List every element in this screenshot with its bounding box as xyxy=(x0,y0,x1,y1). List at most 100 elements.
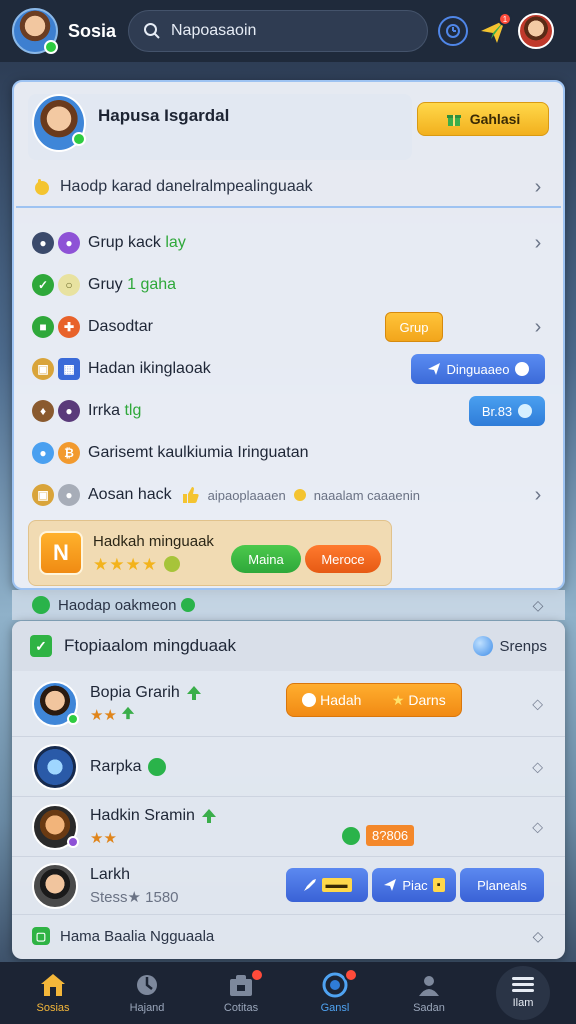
list-item-label: Irrka xyxy=(88,402,120,419)
chevron-right-icon: › xyxy=(534,231,542,254)
dinguaaeo-button[interactable]: Dinguaaeo xyxy=(411,354,545,384)
notification-badge: 1 xyxy=(498,12,512,26)
friend-avatar[interactable] xyxy=(32,862,78,909)
thumbs-up-icon xyxy=(182,487,199,503)
notifications-button[interactable]: 1 xyxy=(478,12,512,46)
arrow-up-icon xyxy=(121,706,135,719)
diamond-icon: ◇ xyxy=(532,695,543,711)
orb-icon: ● xyxy=(58,232,80,254)
friend-avatar[interactable] xyxy=(518,13,554,49)
profile-action-label: Gahlasi xyxy=(469,111,521,127)
promo-card[interactable]: N Hadkah minguaak ★★★★ Maina Meroce xyxy=(28,520,392,586)
planeals-chip[interactable]: Planeals xyxy=(460,868,544,902)
chip-badge: ▪ xyxy=(432,878,445,892)
section-strip-label: Haodap oakmeon xyxy=(58,596,177,614)
arrow-up-icon xyxy=(201,808,216,823)
list-item[interactable]: ♦ ● Irrka tlg Br.83 xyxy=(16,390,561,432)
friend-avatar[interactable] xyxy=(32,743,78,790)
bubble-icon xyxy=(473,636,494,656)
list-item[interactable]: ✓ ○ Gruy 1 gaha xyxy=(16,264,561,306)
search-input[interactable] xyxy=(171,22,391,40)
diamond-icon: ◇ xyxy=(532,596,544,613)
boost-chip[interactable]: ▬▬ xyxy=(286,868,368,902)
online-status-dot xyxy=(67,712,79,725)
hand-icon xyxy=(35,179,49,195)
home-icon xyxy=(40,972,66,998)
badge-icon xyxy=(147,757,166,776)
nav-badge xyxy=(250,968,264,982)
globe-icon xyxy=(134,972,160,998)
online-status-dot xyxy=(72,132,86,146)
group-button[interactable]: Grup xyxy=(385,312,443,342)
friend-status: Stess★ 1580 xyxy=(90,888,179,906)
badge-icon xyxy=(163,556,180,572)
table-row[interactable]: Hadkin Sramin ★★ 8?806 ◇ xyxy=(12,797,565,857)
online-status-dot xyxy=(44,40,58,54)
friend-avatar[interactable] xyxy=(32,680,79,727)
nav-badge xyxy=(344,968,358,982)
place-chip-label: Piac xyxy=(402,877,428,893)
user-avatar[interactable] xyxy=(12,8,58,54)
level-chip[interactable]: Br.83 xyxy=(469,396,545,426)
menu-list: ● ● Grup kack lay › ✓ ○ Gruy 1 gaha ■ ✚ Das… xyxy=(16,222,561,586)
rocket-icon xyxy=(303,879,316,891)
friend-avatar[interactable] xyxy=(32,803,79,850)
star-icon: ★ xyxy=(391,691,405,708)
check-icon: ✓ xyxy=(32,274,54,296)
friend-stars: ★★ xyxy=(90,829,117,847)
list-item-extra: aipaoplaaaen xyxy=(207,487,286,503)
bottom-nav: Sosias Hajand Cotitas Gansl Sadan Ilam xyxy=(0,962,576,1024)
arrow-up-icon xyxy=(186,685,201,700)
ring-icon xyxy=(515,362,530,376)
send-icon xyxy=(427,363,440,375)
nav-profile[interactable]: Sadan xyxy=(386,972,472,1014)
friends-footer[interactable]: ▢ Hama Baalia Ngguaala ◇ xyxy=(12,915,565,957)
clock-icon[interactable] xyxy=(438,16,468,46)
top-bar: Sosia 1 xyxy=(0,0,576,62)
list-item[interactable]: ● ● Grup kack lay › xyxy=(16,222,561,264)
section-strip[interactable]: Haodap oakmeon ◇ xyxy=(12,590,565,620)
list-item[interactable]: ▣ ● Aosan hack aipaoplaaaen naaalam caaae… xyxy=(16,474,561,516)
nav-hajand[interactable]: Hajand xyxy=(104,972,190,1014)
profile-action-button[interactable]: Gahlasi xyxy=(417,102,549,136)
friend-name: Larkh xyxy=(90,865,131,883)
nav-home[interactable]: Sosias xyxy=(10,972,96,1014)
badge-icon xyxy=(342,826,360,845)
chest-icon: ▣ xyxy=(32,484,54,506)
challenge-left-label: Hadah xyxy=(320,692,362,708)
table-row[interactable]: Bopia Grarih ★★ Hadah ★ Darns ◇ xyxy=(12,671,565,737)
search-bar[interactable] xyxy=(128,10,428,52)
list-item-highlight: lay xyxy=(165,234,186,251)
table-row[interactable]: Larkh Stess★ 1580 ▬▬ Piac ▪ Planeals xyxy=(12,857,565,915)
promo-green-button[interactable]: Maina xyxy=(231,545,301,573)
app-brand: Sosia xyxy=(68,20,117,41)
nav-label: Cotitas xyxy=(223,1002,259,1014)
challenge-button[interactable]: Hadah ★ Darns xyxy=(286,683,462,717)
nav-label: Gansl xyxy=(320,1002,350,1014)
chat-icon: ● xyxy=(32,442,54,464)
coin-icon: ₿ xyxy=(58,442,80,464)
nav-menu[interactable]: Ilam xyxy=(480,966,566,1020)
gift-icon xyxy=(446,115,461,126)
challenge-right-label: Darns xyxy=(408,691,446,708)
list-item-highlight: tlg xyxy=(124,402,142,419)
diamond-icon: ◇ xyxy=(532,927,544,944)
checkbox-icon[interactable]: ✓ xyxy=(30,635,52,657)
promo-orange-button[interactable]: Meroce xyxy=(305,545,381,573)
list-item[interactable]: ▣ ▦ Hadan ikinglaoak Dinguaaeo xyxy=(16,348,561,390)
diamond-icon: ◇ xyxy=(532,758,543,774)
friends-link[interactable]: Srenps xyxy=(473,636,547,656)
list-item-label: Hadan ikinglaoak xyxy=(88,360,211,377)
list-item[interactable]: ■ ✚ Dasodtar Grup › xyxy=(16,306,561,348)
nav-cotitas[interactable]: Cotitas xyxy=(198,968,284,1014)
list-item[interactable]: ● ₿ Garisemt kaulkiumia Iringuatan xyxy=(16,432,561,474)
friends-link-label: Srenps xyxy=(499,637,547,655)
table-row[interactable]: Rarpka ◇ xyxy=(12,737,565,797)
profile-note: Haodp karad danelralmpealinguaak xyxy=(60,178,313,195)
search-icon xyxy=(144,23,160,39)
profile-avatar[interactable] xyxy=(32,94,86,152)
nav-gansl[interactable]: Gansl xyxy=(292,968,378,1014)
friends-panel: ✓ Ftopiaalom mingduaak Srenps Bopia Grar… xyxy=(12,621,565,959)
profile-note-row[interactable]: Haodp karad danelralmpealinguaak › xyxy=(16,168,561,208)
place-chip[interactable]: Piac ▪ xyxy=(372,868,456,902)
